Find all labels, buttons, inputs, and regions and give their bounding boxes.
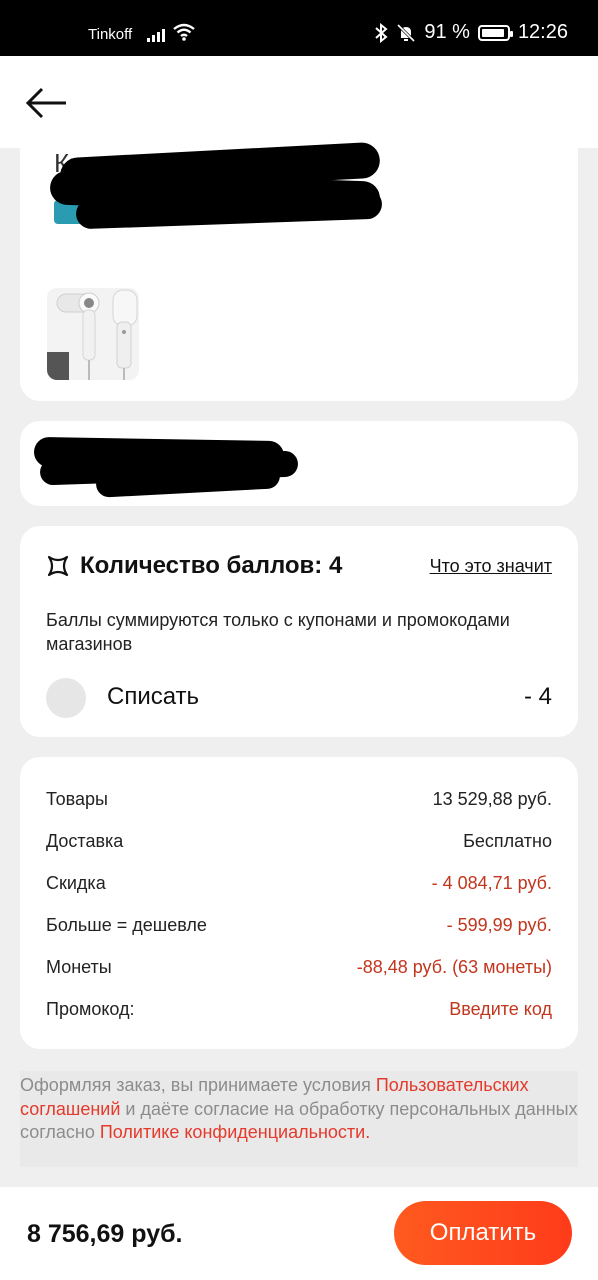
points-card: Количество баллов: 4 Что это значит Балл… [20,526,578,737]
enter-promocode-link[interactable]: Введите код [449,999,552,1020]
summary-row-coins: Монеты -88,48 руб. (63 монеты) [46,957,552,983]
summary-label: Доставка [46,831,124,851]
summary-value: 13 529,88 руб. [432,789,552,809]
product-thumbnail[interactable] [47,288,139,380]
order-summary-card: Товары 13 529,88 руб. Доставка Бесплатно… [20,757,578,1049]
arrow-left-icon[interactable] [24,86,70,120]
terms-text: Оформляя заказ, вы принимаете условия [20,1075,376,1095]
summary-label: Монеты [46,957,112,977]
summary-value: - 4 084,71 руб. [431,873,552,893]
summary-row-delivery: Доставка Бесплатно [46,831,552,857]
privacy-policy-link[interactable]: Политике конфиденциальности [100,1122,365,1142]
summary-label: Промокод: [46,999,135,1019]
battery-percent: 91 % [424,21,470,43]
summary-row-bulk-discount: Больше = дешевле - 599,99 руб. [46,915,552,941]
battery-icon [477,24,513,41]
points-icon [47,555,69,577]
order-total: 8 756,69 руб. [27,1220,183,1248]
product-card: Кр 10990 [20,141,578,401]
points-description: Баллы суммируются только с купонами и пр… [46,610,510,654]
redacted-card [20,421,578,506]
bell-muted-icon [397,23,416,42]
summary-row-promocode: Промокод: Введите код [46,999,552,1025]
wifi-icon [173,23,195,41]
summary-label: Скидка [46,873,106,893]
summary-row-goods: Товары 13 529,88 руб. [46,789,552,815]
pay-button[interactable]: Оплатить [394,1201,572,1265]
carrier-name: Tinkoff [88,26,133,43]
header [0,56,598,148]
terms-notice: Оформляя заказ, вы принимаете условия По… [20,1071,578,1167]
hair-dryer-image [47,288,139,380]
signal-icon [147,26,165,42]
bluetooth-icon [375,22,388,43]
spend-points-radio[interactable] [46,678,86,718]
summary-value: -88,48 руб. (63 монеты) [356,957,552,977]
summary-value: Бесплатно [463,831,552,851]
spend-points-value: - 4 [523,683,552,710]
status-bar: Tinkoff 91 % 12:26 [0,0,598,56]
points-title-row: Количество баллов: 4 [46,552,342,580]
points-title: Количество баллов: 4 [80,552,343,579]
clock: 12:26 [517,21,568,43]
checkout-bar: 8 756,69 руб. Оплатить [0,1187,598,1280]
what-does-it-mean-link[interactable]: Что это значит [430,556,552,577]
terms-text: . [365,1122,371,1142]
summary-row-discount: Скидка - 4 084,71 руб. [46,873,552,899]
summary-value: - 599,99 руб. [446,915,552,935]
summary-label: Больше = дешевле [46,915,207,935]
spend-points-label[interactable]: Списать [107,683,199,711]
summary-label: Товары [46,789,108,809]
